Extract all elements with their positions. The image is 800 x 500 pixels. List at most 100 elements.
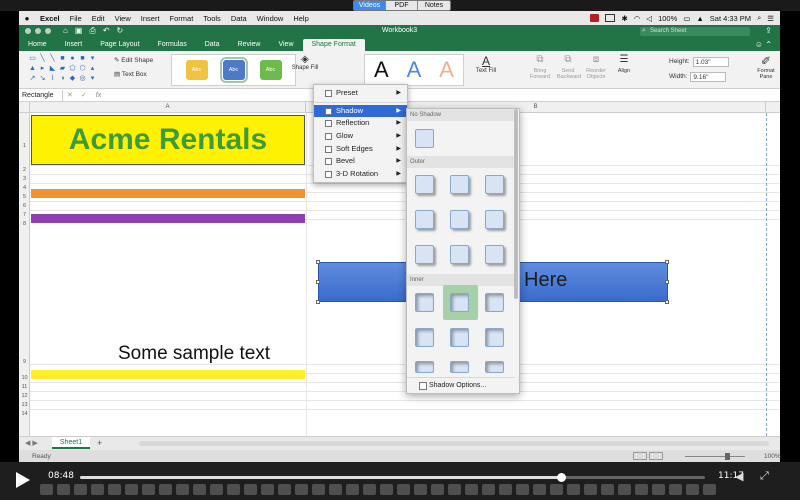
menu-item-shadow[interactable]: Shadow ▶ — [314, 104, 407, 118]
menu-item-reflection[interactable]: Reflection ▶ — [314, 117, 407, 130]
tab-notes[interactable]: Notes — [418, 1, 450, 10]
reorder-objects-button[interactable]: ⧈ Reorder Objects — [585, 54, 607, 86]
menu-item-glow[interactable]: Glow ▶ — [314, 130, 407, 143]
shape-icon[interactable]: ● — [68, 54, 77, 64]
airplay-icon[interactable]: ▲ — [696, 14, 703, 23]
play-icon[interactable] — [16, 472, 30, 488]
shadow-preset-inner[interactable] — [415, 361, 434, 373]
style-swatch-blue[interactable]: Abc — [219, 57, 248, 83]
zoom-level[interactable]: 100% — [764, 453, 781, 460]
shadow-preset-outer[interactable] — [485, 175, 504, 194]
shadow-preset-outer[interactable] — [450, 210, 469, 229]
sheet-nav-arrows-icon[interactable]: ◀ ▶ — [25, 439, 38, 447]
menu-edit[interactable]: Edit — [87, 14, 110, 23]
shape-icon[interactable]: ╲ — [38, 54, 47, 64]
shadow-preset-outer[interactable] — [415, 245, 434, 264]
shadow-preset-inner[interactable] — [415, 328, 434, 347]
shadow-preset-outer[interactable] — [485, 210, 504, 229]
title-banner[interactable]: Acme Rentals — [31, 115, 305, 165]
insert-shapes-gallery[interactable]: ▭ ╲ ╲ ■ ● ■ ▾ ▲ ▸ ◣ ▰ ⬠ ⬡ ▴ ↗ ↘ ⌇ ◑ ◆ ◎ ▾ — [28, 54, 98, 86]
resize-handle[interactable] — [665, 260, 669, 264]
tab-insert[interactable]: Insert — [56, 39, 92, 51]
tab-page-layout[interactable]: Page Layout — [91, 39, 148, 51]
battery-text[interactable]: 100% — [658, 14, 677, 23]
screen-icon[interactable] — [605, 14, 616, 22]
row-header[interactable]: 7 — [19, 212, 30, 218]
shadow-preset-outer[interactable] — [485, 245, 504, 264]
menu-data[interactable]: Data — [226, 14, 252, 23]
shadow-preset-inner[interactable] — [415, 293, 434, 312]
tab-videos[interactable]: Videos — [354, 1, 386, 10]
wordart-style-black[interactable]: A — [374, 57, 389, 83]
page-layout-view-icon[interactable] — [649, 452, 663, 460]
share-icon[interactable]: ⇪ — [765, 26, 772, 35]
clock[interactable]: Sat 4:33 PM — [710, 14, 751, 23]
menu-file[interactable]: File — [65, 14, 87, 23]
menu-window[interactable]: Window — [252, 14, 289, 23]
menu-item-bevel[interactable]: Bevel ▶ — [314, 155, 407, 168]
shape-icon[interactable]: ▲ — [28, 64, 37, 74]
shape-icon[interactable]: ⬠ — [68, 64, 77, 74]
shape-icon[interactable]: ↘ — [38, 74, 47, 84]
sheet-tab-sheet1[interactable]: Sheet1 — [52, 437, 90, 449]
orange-stripe[interactable] — [31, 189, 305, 198]
text-box-button[interactable]: ▤ Text Box — [114, 68, 153, 82]
seek-knob[interactable] — [557, 473, 567, 482]
volume-icon[interactable]: ◀ — [735, 470, 747, 483]
menu-view[interactable]: View — [110, 14, 136, 23]
align-button[interactable]: ☰ Align — [613, 54, 635, 86]
shape-icon[interactable]: ◑ — [58, 74, 67, 84]
bring-forward-button[interactable]: ⧉ Bring Forward — [529, 54, 551, 86]
shape-icon[interactable]: ▰ — [58, 64, 67, 74]
style-swatch-green[interactable]: Abc — [259, 60, 282, 80]
yellow-stripe[interactable] — [31, 370, 305, 379]
apple-icon[interactable]: ● — [19, 14, 35, 23]
tab-view[interactable]: View — [269, 39, 302, 51]
text-fill-button[interactable]: A Text Fill — [471, 54, 501, 86]
battery-icon[interactable]: ▭ — [683, 14, 690, 23]
tab-shape-format[interactable]: Shape Format — [302, 39, 365, 51]
row-header[interactable]: 5 — [19, 194, 30, 200]
shadow-preset-outer[interactable] — [415, 175, 434, 194]
name-box[interactable]: Rectangle — [19, 89, 63, 101]
menu-app-name[interactable]: Excel — [35, 14, 65, 23]
zoom-slider-knob[interactable] — [725, 453, 730, 460]
height-field[interactable]: 1.03" — [692, 56, 729, 67]
shape-icon[interactable]: ▸ — [38, 64, 47, 74]
menu-tools[interactable]: Tools — [198, 14, 226, 23]
row-header[interactable]: 1 — [19, 143, 30, 149]
shadow-preset-inner[interactable] — [450, 293, 469, 312]
row-header[interactable]: 3 — [19, 176, 30, 182]
tab-review[interactable]: Review — [229, 39, 270, 51]
width-field[interactable]: 9.16" — [690, 71, 727, 82]
row-header[interactable]: 2 — [19, 167, 30, 173]
volume-icon[interactable]: ◁ — [646, 14, 652, 23]
shadow-preset-inner[interactable] — [485, 293, 504, 312]
tab-pdf[interactable]: PDF — [386, 1, 418, 10]
shape-icon[interactable]: ◣ — [48, 64, 57, 74]
sample-text[interactable]: Some sample text — [118, 343, 270, 365]
row-header[interactable]: 4 — [19, 185, 30, 191]
search-sheet-field[interactable]: ⌕ Search Sheet — [640, 27, 750, 36]
menu-format[interactable]: Format — [165, 14, 199, 23]
shape-icon[interactable]: ╲ — [48, 54, 57, 64]
tab-formulas[interactable]: Formulas — [149, 39, 196, 51]
shadow-preset-outer[interactable] — [450, 175, 469, 194]
shadow-preset-none[interactable] — [415, 129, 434, 148]
wordart-style-blue[interactable]: A — [407, 57, 422, 83]
menu-item-soft-edges[interactable]: Soft Edges ▶ — [314, 143, 407, 156]
shape-icon[interactable]: ▾ — [88, 54, 97, 64]
row-header[interactable]: 9 — [19, 359, 30, 365]
gallery-scrollbar[interactable] — [514, 109, 518, 299]
send-backward-button[interactable]: ⧉ Send Backward — [557, 54, 581, 86]
seek-bar[interactable] — [80, 473, 705, 482]
select-all-corner[interactable] — [19, 102, 30, 113]
shadow-preset-inner[interactable] — [485, 361, 504, 373]
cancel-icon[interactable]: ✕ — [63, 91, 77, 99]
style-swatch-gold[interactable]: Abc — [185, 60, 208, 80]
row-header[interactable]: 8 — [19, 221, 30, 227]
format-pane-button[interactable]: ✐ Format Pane — [754, 54, 778, 86]
menu-help[interactable]: Help — [288, 14, 313, 23]
shape-icon[interactable]: ◎ — [78, 74, 87, 84]
shape-icon[interactable]: ■ — [78, 54, 87, 64]
